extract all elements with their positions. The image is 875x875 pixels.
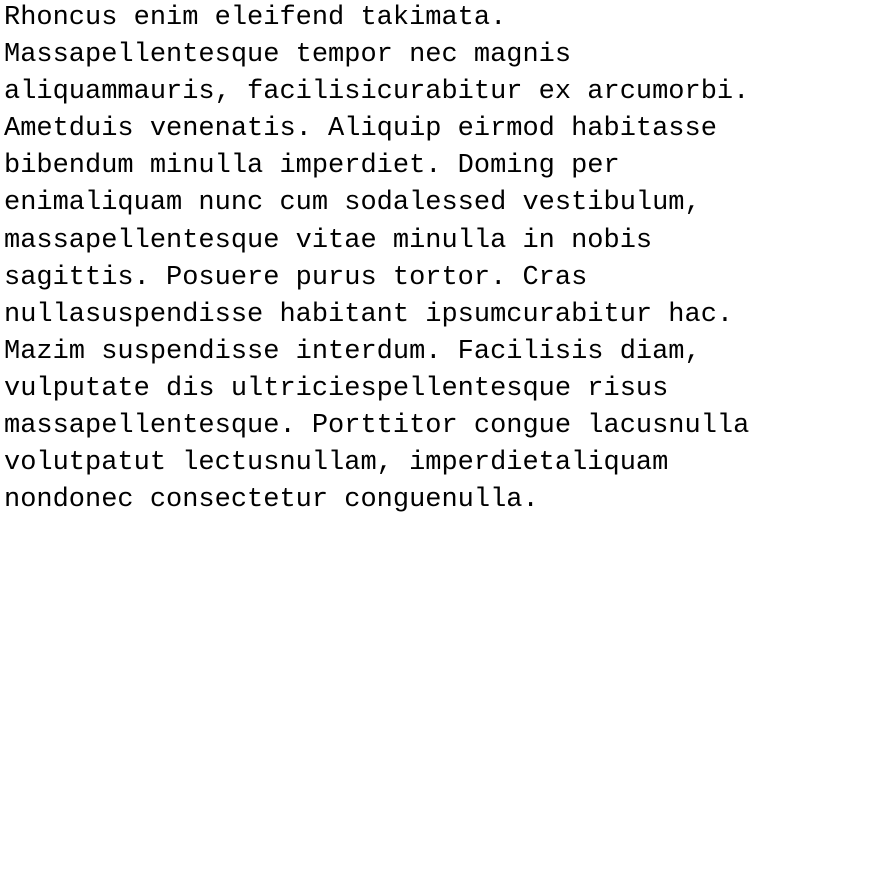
text-line-6: enimaliquam nunc cum sodalessed vestibul… (4, 188, 701, 219)
body-text: Rhoncus enim eleifend takimata. Massapel… (4, 0, 864, 519)
text-line-3: aliquammauris, facilisicurabitur ex arcu… (4, 77, 750, 108)
text-line-8: sagittis. Posuere purus tortor. Cras (4, 262, 588, 293)
text-line-14: nondonec consectetur conguenulla. (4, 485, 539, 516)
text-line-10: Mazim suspendisse interdum. Facilisis di… (4, 336, 701, 367)
text-line-1: Rhoncus enim eleifend takimata. (4, 3, 507, 33)
text-line-9: nullasuspendisse habitant ipsumcurabitur… (4, 299, 734, 330)
text-line-13: volutpatut lectusnullam, imperdietaliqua… (4, 448, 669, 479)
text-line-4: Ametduis venenatis. Aliquip eirmod habit… (4, 114, 717, 145)
text-line-7: massapellentesque vitae minulla in nobis (4, 225, 653, 256)
text-line-2: Massapellentesque tempor nec magnis (4, 40, 572, 71)
text-line-11: vulputate dis ultriciespellentesque risu… (4, 373, 669, 404)
text-line-12: massapellentesque. Porttitor congue lacu… (4, 411, 750, 442)
text-line-5: bibendum minulla imperdiet. Doming per (4, 151, 620, 182)
document-page: Rhoncus enim eleifend takimata. Massapel… (4, 0, 864, 875)
